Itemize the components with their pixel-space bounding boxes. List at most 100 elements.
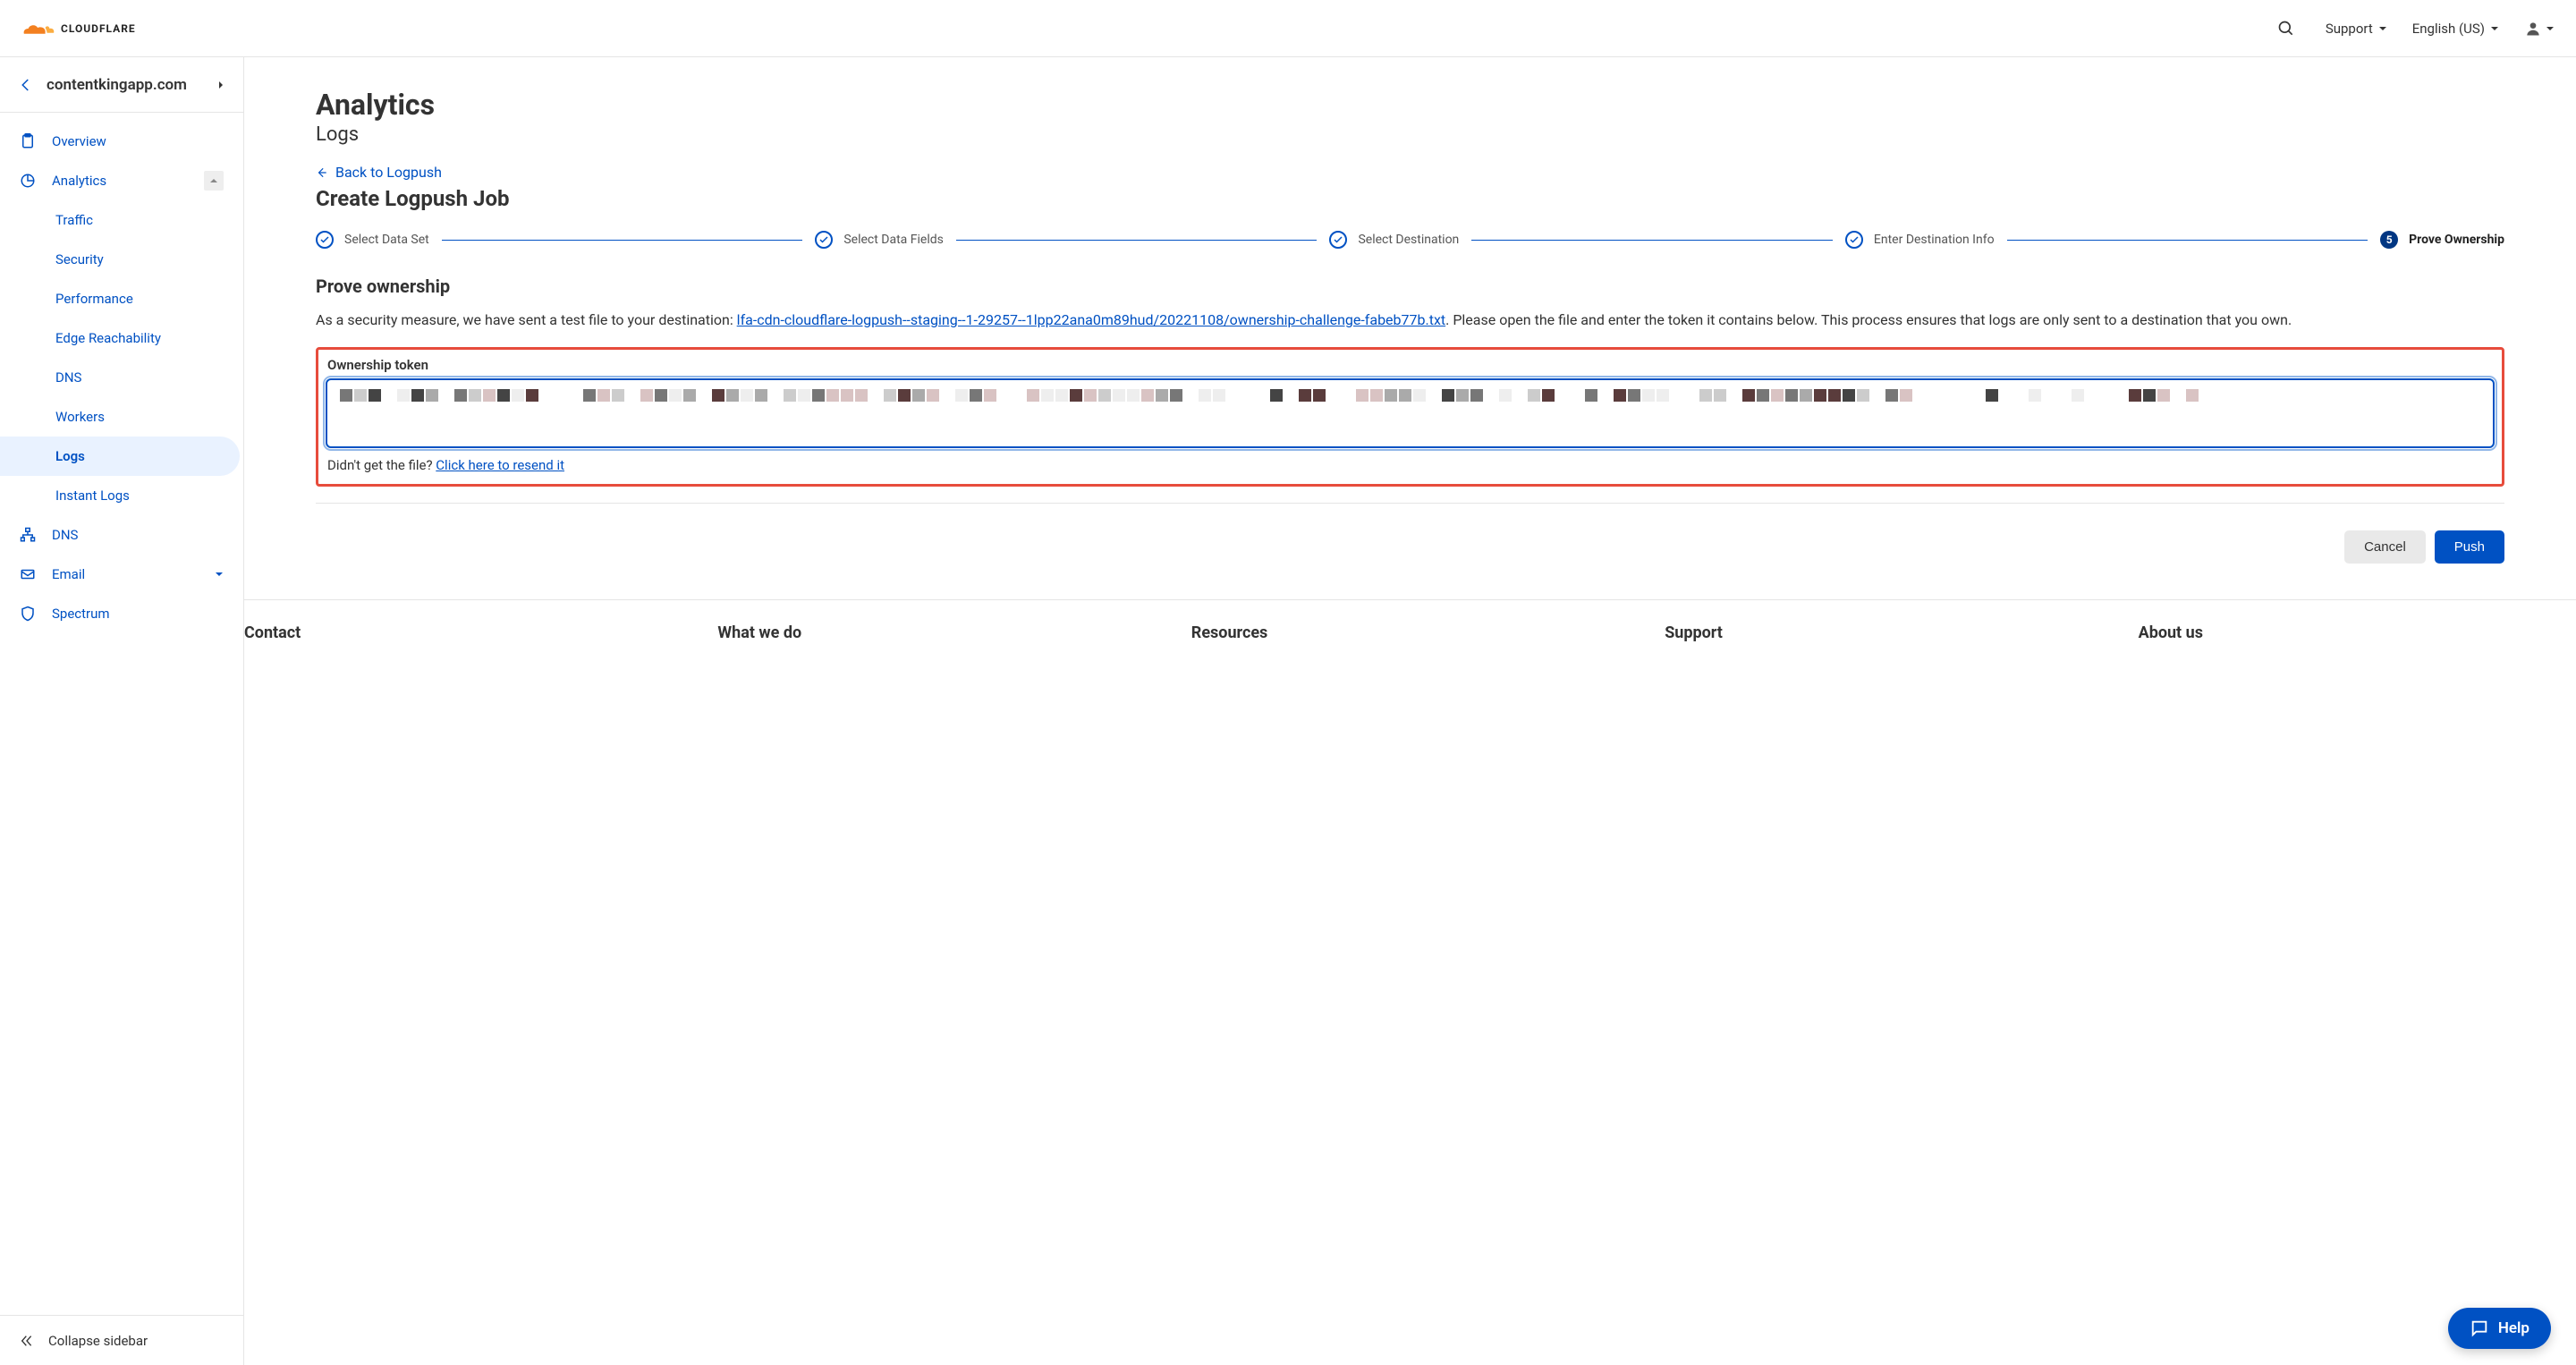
prove-ownership-description: As a security measure, we have sent a te…: [316, 309, 2504, 331]
domain-switcher-button[interactable]: [216, 81, 225, 89]
collapse-sidebar-button[interactable]: Collapse sidebar: [0, 1315, 243, 1365]
sidebar-subitem-dns[interactable]: DNS: [0, 358, 243, 397]
push-button[interactable]: Push: [2435, 530, 2504, 564]
sidebar-subitem-edge-reachability[interactable]: Edge Reachability: [0, 318, 243, 358]
step-connector: [2007, 240, 2368, 241]
page-title: Analytics: [316, 88, 2504, 122]
step-label: Enter Destination Info: [1874, 233, 1995, 247]
check-circle-icon: [815, 231, 833, 249]
caret-up-icon: [209, 176, 218, 185]
resend-link[interactable]: Click here to resend it: [436, 457, 564, 473]
collapse-toggle[interactable]: [204, 171, 224, 191]
step-connector: [442, 240, 803, 241]
pie-chart-icon: [20, 173, 36, 189]
footer-col-about-us: About us: [2139, 623, 2576, 642]
sidebar-item-label: Overview: [52, 133, 106, 149]
cancel-button[interactable]: Cancel: [2344, 530, 2426, 564]
step-connector: [1471, 240, 1833, 241]
sidebar-subitem-instant-logs[interactable]: Instant Logs: [0, 476, 243, 515]
caret-right-icon: [216, 81, 225, 89]
sitemap-icon: [20, 527, 36, 543]
search-icon: [2277, 20, 2295, 38]
arrow-left-icon: [316, 166, 328, 179]
top-header: CLOUDFLARE Support English (US): [0, 0, 2576, 57]
sidebar-subitem-security[interactable]: Security: [0, 240, 243, 279]
domain-name-label[interactable]: contentkingapp.com: [47, 76, 204, 94]
language-menu[interactable]: English (US): [2412, 21, 2499, 37]
search-button[interactable]: [2272, 14, 2301, 43]
account-menu[interactable]: [2524, 20, 2555, 38]
sidebar-subitem-performance[interactable]: Performance: [0, 279, 243, 318]
sidebar-item-dns[interactable]: DNS: [0, 515, 243, 555]
sidebar-item-label: DNS: [52, 527, 78, 543]
sidebar-item-label: Logs: [55, 448, 85, 464]
step-connector: [956, 240, 1318, 241]
sidebar-item-spectrum[interactable]: Spectrum: [0, 594, 243, 633]
caret-down-icon: [2490, 24, 2499, 33]
ownership-token-input[interactable]: [326, 378, 2495, 448]
sidebar: contentkingapp.com Overview Analytics: [0, 57, 244, 1365]
check-circle-icon: [1845, 231, 1863, 249]
help-label: Help: [2498, 1319, 2529, 1337]
ownership-file-link[interactable]: lfa-cdn-cloudflare-logpush--staging--1-2…: [737, 311, 1445, 328]
brand-logo[interactable]: CLOUDFLARE: [21, 20, 136, 38]
email-icon: [20, 566, 36, 582]
resend-text: Didn't get the file?: [327, 457, 436, 473]
sidebar-subitem-workers[interactable]: Workers: [0, 397, 243, 437]
main-content: Analytics Logs Back to Logpush Create Lo…: [244, 57, 2576, 1365]
footer-col-support: Support: [1665, 623, 2102, 642]
step-label: Select Data Fields: [843, 233, 944, 247]
chevrons-left-icon: [20, 1334, 34, 1348]
footer-col-contact: Contact: [244, 623, 682, 642]
step-label: Prove Ownership: [2409, 233, 2504, 247]
clipboard-icon: [20, 133, 36, 149]
prove-ownership-heading: Prove ownership: [316, 276, 2504, 297]
caret-down-icon: [2546, 24, 2555, 33]
footer-col-what-we-do: What we do: [717, 623, 1155, 642]
sidebar-item-label: Edge Reachability: [55, 330, 161, 346]
resend-row: Didn't get the file? Click here to resen…: [326, 457, 2495, 473]
sidebar-item-overview[interactable]: Overview: [0, 122, 243, 161]
intro-text-pre: As a security measure, we have sent a te…: [316, 311, 737, 328]
step-2[interactable]: Select Data Fields: [815, 231, 944, 249]
sidebar-item-label: Analytics: [52, 173, 106, 189]
sidebar-item-label: Spectrum: [52, 606, 110, 622]
arrow-left-icon: [18, 77, 34, 93]
section-title: Create Logpush Job: [316, 186, 2504, 211]
step-number-badge: 5: [2380, 231, 2398, 249]
sidebar-item-label: Instant Logs: [55, 488, 130, 504]
sidebar-subitem-logs[interactable]: Logs: [0, 437, 240, 476]
step-label: Select Destination: [1358, 233, 1459, 247]
sidebar-item-email[interactable]: Email: [0, 555, 243, 594]
step-1[interactable]: Select Data Set: [316, 231, 429, 249]
back-to-logpush-link[interactable]: Back to Logpush: [316, 164, 442, 181]
sidebar-item-label: DNS: [55, 369, 81, 386]
language-label: English (US): [2412, 21, 2485, 37]
page-subtitle: Logs: [316, 123, 2504, 146]
back-link-label: Back to Logpush: [335, 164, 442, 181]
check-circle-icon: [1329, 231, 1347, 249]
help-button[interactable]: Help: [2448, 1308, 2551, 1349]
chat-icon: [2470, 1318, 2489, 1338]
step-5[interactable]: 5 Prove Ownership: [2380, 231, 2504, 249]
ownership-token-label: Ownership token: [326, 357, 2495, 373]
sidebar-item-label: Traffic: [55, 212, 93, 228]
sidebar-item-label: Performance: [55, 291, 133, 307]
caret-down-icon: [2378, 24, 2387, 33]
support-menu[interactable]: Support: [2326, 21, 2387, 37]
domain-selector-bar: contentkingapp.com: [0, 57, 243, 113]
step-4[interactable]: Enter Destination Info: [1845, 231, 1995, 249]
sidebar-subitem-traffic[interactable]: Traffic: [0, 200, 243, 240]
cloudflare-cloud-icon: [21, 20, 55, 38]
ownership-token-highlight-box: Ownership token Didn't get the file? Cli…: [316, 347, 2504, 487]
shield-icon: [20, 606, 36, 622]
step-3[interactable]: Select Destination: [1329, 231, 1459, 249]
sidebar-item-label: Email: [52, 566, 85, 582]
sidebar-item-label: Workers: [55, 409, 105, 425]
back-arrow-button[interactable]: [18, 77, 34, 93]
sidebar-item-analytics[interactable]: Analytics: [0, 161, 243, 200]
collapse-label: Collapse sidebar: [48, 1333, 148, 1349]
step-label: Select Data Set: [344, 233, 429, 247]
sidebar-nav: Overview Analytics Traffic Security Perf…: [0, 113, 243, 1315]
brand-name: CLOUDFLARE: [61, 22, 136, 35]
